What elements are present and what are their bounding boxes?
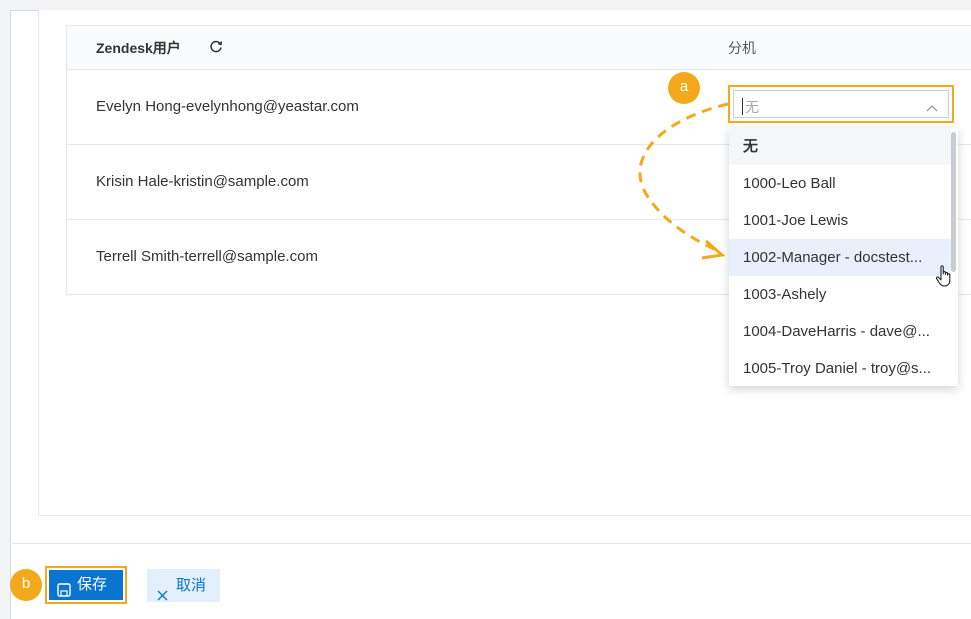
annotation-badge-b: b [10,569,42,601]
cancel-button-label: 取消 [176,577,207,594]
close-icon [157,580,168,601]
extension-select[interactable]: 无 [728,85,954,123]
save-button-body[interactable]: 保存 [49,570,123,600]
annotation-badge-a: a [668,72,700,104]
extension-dropdown: 无 1000-Leo Ball 1001-Joe Lewis 1002-Mana… [729,128,958,386]
extension-select-value: 无 [745,99,759,115]
dropdown-option[interactable]: 1000-Leo Ball [729,165,951,202]
chevron-up-icon [926,100,938,112]
text-caret [742,98,743,115]
dropdown-option[interactable]: 1004-DaveHarris - dave@... [729,313,951,350]
dropdown-scrollbar[interactable] [951,132,956,272]
save-icon [57,578,71,597]
dropdown-option[interactable]: 1003-Ashely [729,276,951,313]
save-button[interactable]: 保存 [45,566,127,604]
cancel-button[interactable]: 取消 [147,569,220,602]
hand-pointer-icon [934,264,956,288]
dropdown-option-hovered[interactable]: 1002-Manager - docstest... [729,239,951,276]
extension-select-field[interactable]: 无 [733,90,949,118]
footer-divider [10,543,971,544]
dropdown-option-none[interactable]: 无 [729,128,951,165]
save-button-label: 保存 [77,576,108,593]
dropdown-option[interactable]: 1005-Troy Daniel - troy@s... [729,350,951,386]
dropdown-option[interactable]: 1001-Joe Lewis [729,202,951,239]
